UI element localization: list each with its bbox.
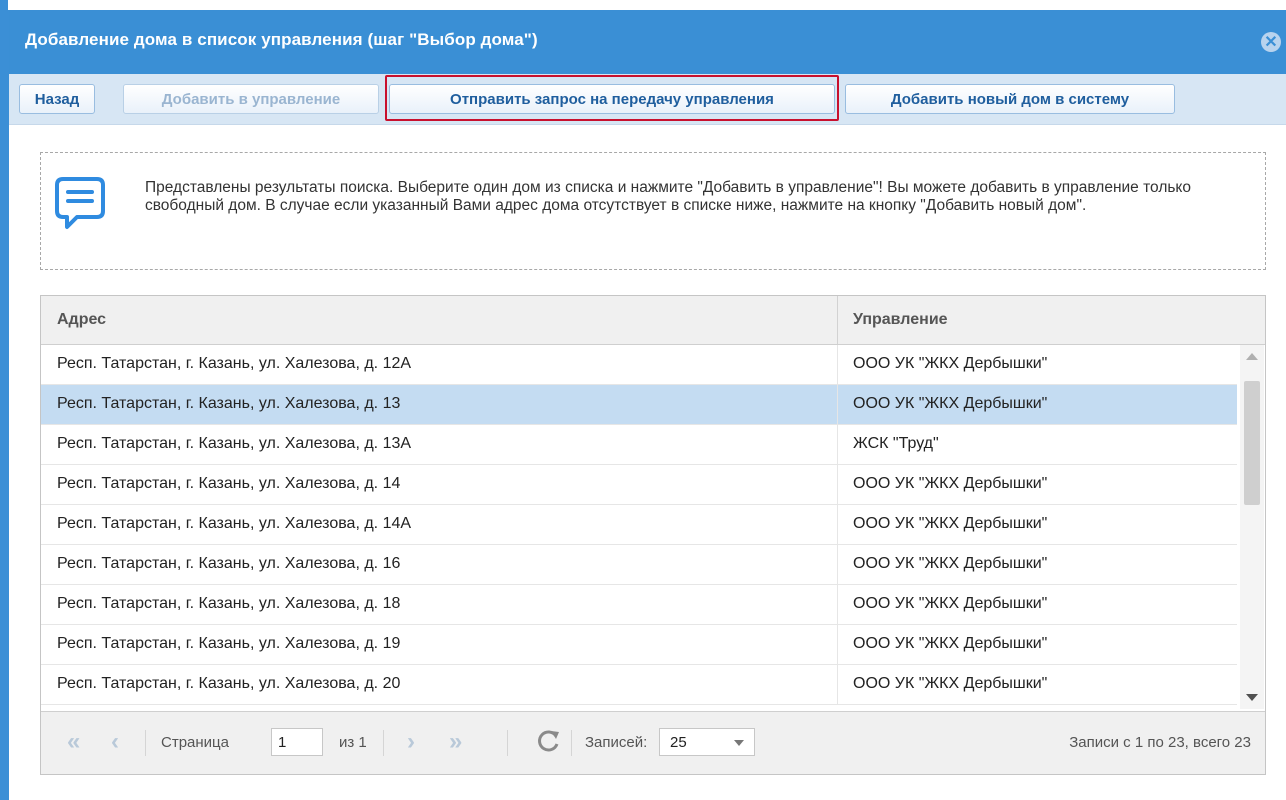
chevron-down-icon: [734, 740, 744, 746]
cell-management: ООО УК "ЖКХ Дербышки": [853, 555, 1048, 572]
records-summary: Записи с 1 по 23, всего 23: [1069, 734, 1251, 751]
cell-management: ООО УК "ЖКХ Дербышки": [853, 515, 1048, 532]
add-new-house-button[interactable]: Добавить новый дом в систему: [845, 84, 1175, 114]
records-per-page-label: Записей:: [585, 734, 648, 751]
scroll-down-icon[interactable]: [1246, 694, 1258, 701]
dialog-title: Добавление дома в список управления (шаг…: [25, 30, 538, 49]
chat-bubble-icon: [55, 177, 105, 229]
send-transfer-request-button[interactable]: Отправить запрос на передачу управления: [389, 84, 835, 114]
cell-address: Респ. Татарстан, г. Казань, ул. Халезова…: [57, 515, 412, 532]
cell-management: ООО УК "ЖКХ Дербышки": [853, 675, 1048, 692]
info-panel: Представлены результаты поиска. Выберите…: [40, 152, 1266, 270]
cell-address: Респ. Татарстан, г. Казань, ул. Халезова…: [57, 475, 401, 492]
previous-page-icon[interactable]: ‹: [111, 728, 119, 756]
refresh-icon[interactable]: [535, 728, 561, 754]
cell-address: Респ. Татарстан, г. Казань, ул. Халезова…: [57, 355, 412, 372]
cell-management: ООО УК "ЖКХ Дербышки": [853, 355, 1048, 372]
grid-header: Адрес Управление: [41, 296, 1265, 345]
table-row[interactable]: Респ. Татарстан, г. Казань, ул. Халезова…: [41, 425, 1237, 465]
pagination-bar: « ‹ Страница из 1 › » Записей: 25 Записи…: [41, 711, 1265, 774]
grid-body: Респ. Татарстан, г. Казань, ул. Халезова…: [41, 345, 1265, 709]
toolbar: Назад Добавить в управление Отправить за…: [9, 74, 1286, 125]
scroll-thumb[interactable]: [1244, 381, 1260, 505]
table-row[interactable]: Респ. Татарстан, г. Казань, ул. Халезова…: [41, 465, 1237, 505]
vertical-scrollbar[interactable]: [1240, 345, 1264, 709]
cell-address: Респ. Татарстан, г. Казань, ул. Халезова…: [57, 435, 412, 452]
cell-management: ООО УК "ЖКХ Дербышки": [853, 395, 1048, 412]
column-header-address[interactable]: Адрес: [57, 311, 106, 329]
background-strip: [0, 0, 8, 800]
cell-management: ООО УК "ЖКХ Дербышки": [853, 475, 1048, 492]
add-to-management-button[interactable]: Добавить в управление: [123, 84, 379, 114]
cell-management: ЖСК "Труд": [853, 435, 939, 452]
next-page-icon[interactable]: ›: [407, 728, 415, 756]
table-row[interactable]: Респ. Татарстан, г. Казань, ул. Халезова…: [41, 505, 1237, 545]
column-header-management[interactable]: Управление: [853, 311, 948, 329]
page-number-input[interactable]: [271, 728, 323, 756]
dialog-titlebar[interactable]: Добавление дома в список управления (шаг…: [9, 10, 1286, 74]
column-divider[interactable]: [837, 296, 838, 344]
close-icon[interactable]: ✕: [1261, 32, 1281, 52]
scroll-up-icon[interactable]: [1246, 353, 1258, 360]
table-row[interactable]: Респ. Татарстан, г. Казань, ул. Халезова…: [41, 625, 1237, 665]
page-label: Страница: [161, 734, 229, 751]
table-row-selected[interactable]: Респ. Татарстан, г. Казань, ул. Халезова…: [41, 385, 1237, 425]
cell-address: Респ. Татарстан, г. Казань, ул. Халезова…: [57, 675, 401, 692]
back-button[interactable]: Назад: [19, 84, 95, 114]
first-page-icon[interactable]: «: [67, 728, 80, 756]
cell-management: ООО УК "ЖКХ Дербышки": [853, 595, 1048, 612]
cell-address: Респ. Татарстан, г. Казань, ул. Халезова…: [57, 555, 401, 572]
dialog-window: Добавление дома в список управления (шаг…: [8, 10, 1286, 800]
table-row[interactable]: Респ. Татарстан, г. Казань, ул. Халезова…: [41, 585, 1237, 625]
page-total-label: из 1: [339, 734, 367, 751]
table-row[interactable]: Респ. Татарстан, г. Казань, ул. Халезова…: [41, 545, 1237, 585]
last-page-icon[interactable]: »: [449, 728, 462, 756]
table-row[interactable]: Респ. Татарстан, г. Казань, ул. Халезова…: [41, 345, 1237, 385]
houses-grid: Адрес Управление Респ. Татарстан, г. Каз…: [40, 295, 1266, 775]
records-per-page-select[interactable]: 25: [659, 728, 755, 756]
cell-address: Респ. Татарстан, г. Казань, ул. Халезова…: [57, 595, 401, 612]
info-text: Представлены результаты поиска. Выберите…: [145, 179, 1192, 214]
records-per-page-value: 25: [670, 734, 687, 751]
cell-management: ООО УК "ЖКХ Дербышки": [853, 635, 1048, 652]
cell-address: Респ. Татарстан, г. Казань, ул. Халезова…: [57, 395, 401, 412]
cell-address: Респ. Татарстан, г. Казань, ул. Халезова…: [57, 635, 401, 652]
table-row[interactable]: Респ. Татарстан, г. Казань, ул. Халезова…: [41, 665, 1237, 705]
